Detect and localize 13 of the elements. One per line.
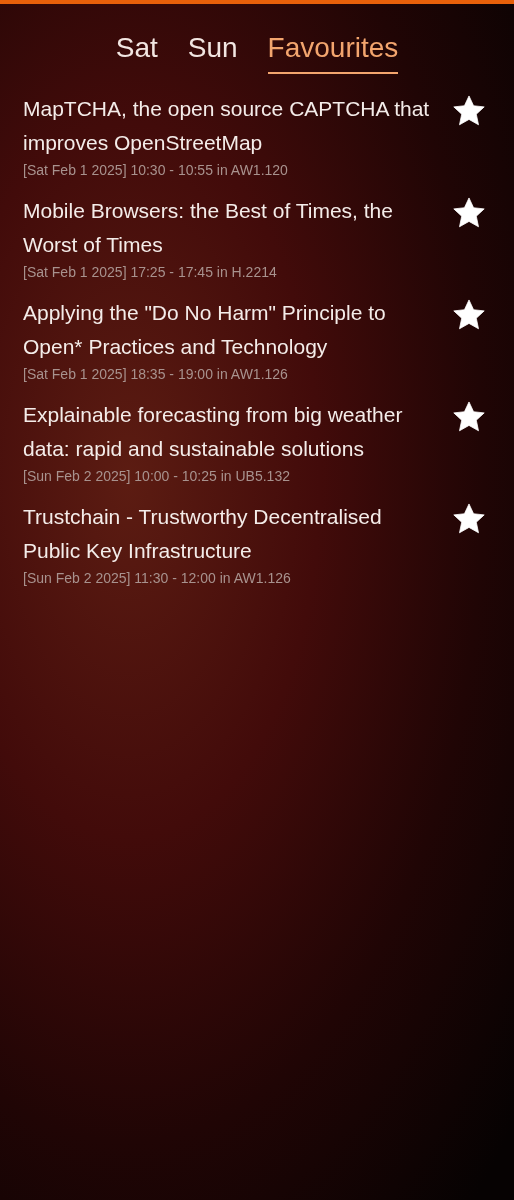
talk-title[interactable]: Applying the "Do No Harm" Principle to Open* Practices and Technology bbox=[23, 296, 450, 364]
talk-details: [Sat Feb 1 2025] 10:30 - 10:55 in AW1.120 bbox=[23, 161, 289, 180]
talk-details: [Sat Feb 1 2025] 18:35 - 19:00 in AW1.126 bbox=[23, 365, 289, 384]
tab[interactable]: Sat bbox=[115, 30, 158, 74]
talk-details: [Sat Feb 1 2025] 17:25 - 17:45 in H.2214 bbox=[23, 263, 278, 282]
tab[interactable]: Sun bbox=[187, 30, 238, 74]
talk-details: [Sun Feb 2 2025] 10:00 - 10:25 in UB5.132 bbox=[23, 467, 291, 486]
talk-details: [Sun Feb 2 2025] 11:30 - 12:00 in AW1.126 bbox=[23, 569, 292, 588]
talk-title[interactable]: Trustchain - Trustworthy Decentralised Public Key Infrastructure bbox=[23, 500, 450, 568]
tab[interactable]: Favourites bbox=[267, 30, 399, 74]
talk-title[interactable]: Explainable forecasting from big weather data: rapid and sustainable solutions bbox=[23, 398, 450, 466]
talk-title[interactable]: Mobile Browsers: the Best of Times, the Worst of Times bbox=[23, 194, 450, 262]
talk-title[interactable]: MapTCHA, the open source CAPTCHA that improves OpenStreetMap bbox=[23, 92, 450, 160]
